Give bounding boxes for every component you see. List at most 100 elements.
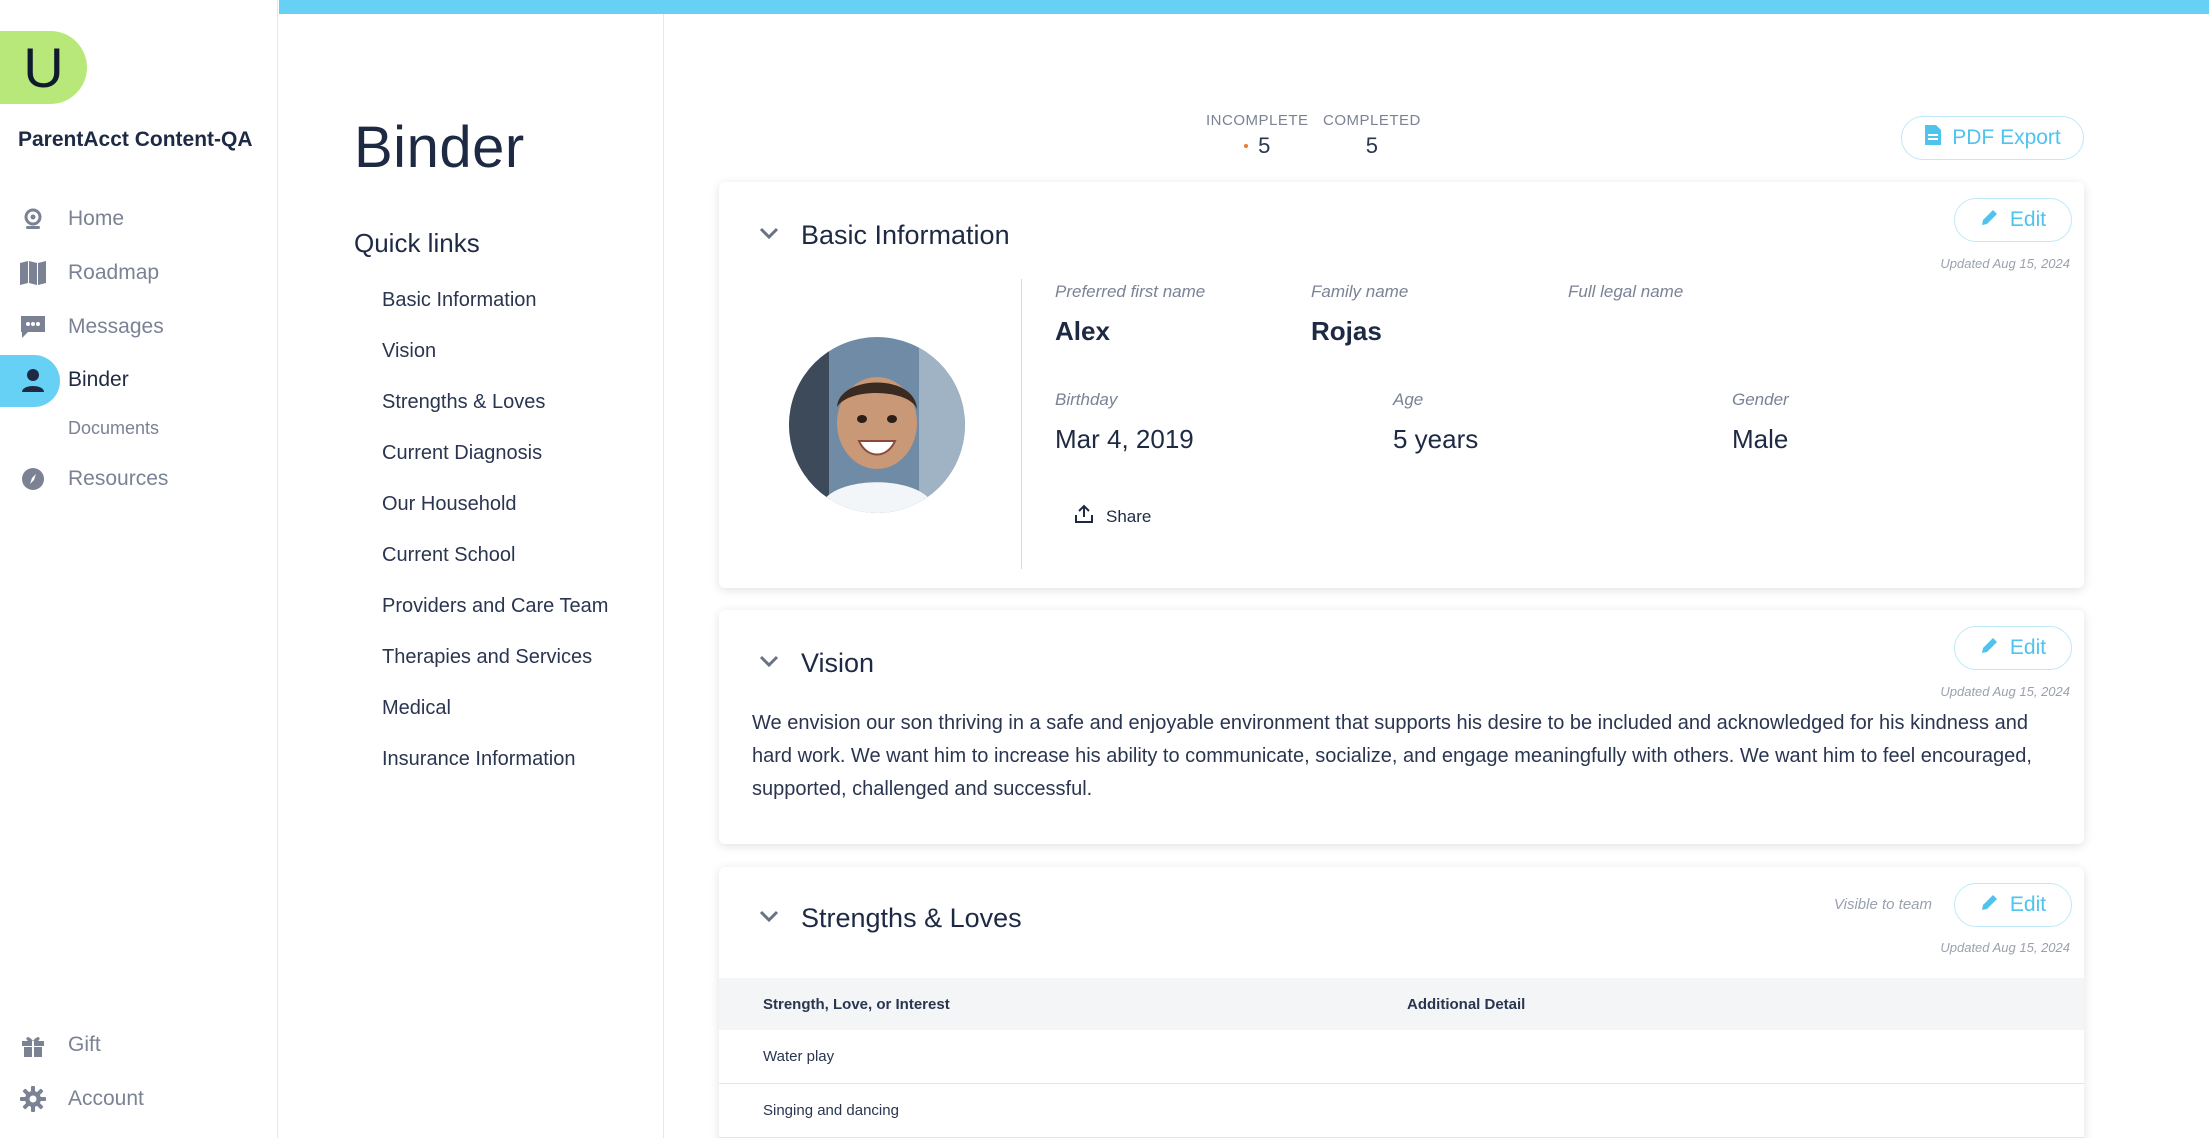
- completed-value: 5: [1365, 133, 1379, 158]
- page-title: Binder: [354, 115, 525, 180]
- quick-link-vision[interactable]: Vision: [382, 340, 436, 363]
- home-icon: [18, 204, 48, 234]
- completed-label: COMPLETED: [1323, 112, 1421, 129]
- vision-header[interactable]: Vision: [759, 648, 874, 679]
- quick-link-basic-information[interactable]: Basic Information: [382, 289, 537, 312]
- sidebar-item-label: Roadmap: [68, 261, 160, 284]
- edit-label: Edit: [2009, 893, 2047, 916]
- birthday-value: Mar 4, 2019: [1055, 424, 1194, 454]
- vision-statement: We envision our son thriving in a safe a…: [752, 712, 2032, 800]
- pencil-icon: [1980, 207, 2000, 233]
- share-icon: [1074, 504, 1094, 529]
- quick-link-providers-care-team[interactable]: Providers and Care Team: [382, 595, 608, 618]
- section-title: Basic Information: [801, 220, 1010, 250]
- chat-icon: [18, 312, 48, 342]
- quick-link-therapies-services[interactable]: Therapies and Services: [382, 646, 592, 669]
- sidebar-item-home[interactable]: Home: [0, 194, 278, 244]
- full-legal-name-label: Full legal name: [1568, 282, 1684, 301]
- table-cell: Singing and dancing: [763, 1102, 899, 1119]
- table-row: Singing and dancing: [719, 1084, 2084, 1138]
- pdf-export-label: PDF Export: [1952, 126, 2061, 149]
- sidebar-item-roadmap[interactable]: Roadmap: [0, 248, 278, 298]
- quick-link-current-diagnosis[interactable]: Current Diagnosis: [382, 442, 542, 465]
- basic-information-header[interactable]: Basic Information: [759, 220, 1010, 251]
- column-header: Additional Detail: [1407, 995, 1526, 1013]
- edit-strengths-button[interactable]: Edit: [1954, 883, 2072, 927]
- section-title: Vision: [801, 648, 875, 678]
- quick-link-strengths-loves[interactable]: Strengths & Loves: [382, 391, 545, 414]
- sidebar-item-label: Gift: [68, 1033, 101, 1056]
- family-name-label: Family name: [1311, 282, 1409, 301]
- compass-icon: [18, 464, 48, 494]
- pencil-icon: [1980, 892, 2000, 918]
- quick-links-title: Quick links: [354, 228, 480, 258]
- quick-link-medical[interactable]: Medical: [382, 697, 451, 720]
- account-avatar[interactable]: U: [0, 31, 87, 104]
- preferred-first-name-value: Alex: [1055, 316, 1110, 346]
- sidebar-subitem-documents[interactable]: Documents: [68, 418, 159, 439]
- top-accent-bar: [279, 0, 2209, 14]
- gear-icon: [18, 1084, 48, 1114]
- edit-vision-button[interactable]: Edit: [1954, 626, 2072, 670]
- person-icon: [18, 365, 48, 395]
- pdf-export-button[interactable]: PDF Export: [1901, 116, 2084, 160]
- section-title: Strengths & Loves: [801, 903, 1022, 933]
- incomplete-dot: [1244, 144, 1249, 148]
- sidebar-item-label: Resources: [68, 467, 169, 490]
- table-header: Strength, Love, or Interest Additional D…: [719, 978, 2084, 1030]
- updated-timestamp: Updated Aug 15, 2024: [1940, 256, 2070, 271]
- column-header: Strength, Love, or Interest: [763, 995, 950, 1013]
- updated-timestamp: Updated Aug 15, 2024: [1940, 940, 2070, 955]
- updated-timestamp: Updated Aug 15, 2024: [1940, 684, 2070, 699]
- pencil-icon: [1980, 635, 2000, 661]
- family-name-value: Rojas: [1311, 316, 1382, 346]
- document-icon: [1924, 124, 1942, 152]
- strengths-loves-header[interactable]: Strengths & Loves: [759, 903, 1022, 934]
- vertical-divider: [1021, 279, 1022, 569]
- sidebar-item-label: Binder: [68, 368, 129, 391]
- gender-value: Male: [1732, 424, 1789, 454]
- quick-link-current-school[interactable]: Current School: [382, 544, 515, 567]
- completed-stat: COMPLETED 5: [1323, 112, 1421, 159]
- age-value: 5 years: [1393, 424, 1479, 454]
- sidebar-item-gift[interactable]: Gift: [0, 1020, 278, 1070]
- chevron-down-icon: [759, 654, 779, 673]
- table-row: Water play: [719, 1030, 2084, 1084]
- share-button[interactable]: Share: [1074, 504, 1151, 529]
- quick-link-insurance-information[interactable]: Insurance Information: [382, 748, 575, 771]
- preferred-first-name-label: Preferred first name: [1055, 282, 1206, 301]
- incomplete-count: 5: [1244, 133, 1270, 159]
- edit-label: Edit: [2009, 208, 2047, 231]
- incomplete-label: INCOMPLETE: [1206, 112, 1309, 129]
- basic-information-card: Basic Information Edit Updated Aug 15, 2…: [719, 182, 2084, 588]
- incomplete-stat: INCOMPLETE 5: [1206, 112, 1309, 159]
- share-label: Share: [1106, 506, 1152, 526]
- account-name: ParentAcct Content-QA: [18, 128, 253, 151]
- edit-label: Edit: [2009, 636, 2047, 659]
- age-label: Age: [1393, 390, 1424, 409]
- sidebar-item-messages[interactable]: Messages: [0, 302, 278, 352]
- table-cell: Water play: [763, 1048, 835, 1065]
- vision-card: Vision Edit Updated Aug 15, 2024 We envi…: [719, 610, 2084, 844]
- gender-label: Gender: [1732, 390, 1789, 409]
- quick-links-column: Binder Quick links Basic Information Vis…: [279, 14, 664, 1138]
- sidebar-item-label: Account: [68, 1087, 144, 1110]
- chevron-down-icon: [759, 226, 779, 245]
- child-photo: [789, 337, 965, 513]
- map-icon: [18, 258, 48, 288]
- sidebar-item-account[interactable]: Account: [0, 1074, 278, 1124]
- sidebar-nav: U ParentAcct Content-QA Home Roadmap Mes…: [0, 0, 278, 1138]
- birthday-label: Birthday: [1055, 390, 1118, 409]
- sidebar-item-label: Home: [68, 207, 125, 230]
- sidebar-item-binder[interactable]: Binder: [0, 355, 278, 407]
- sidebar-item-label: Messages: [68, 315, 164, 338]
- visibility-label: Visible to team: [1833, 896, 1932, 913]
- completed-count: 5: [1366, 133, 1378, 159]
- gift-icon: [18, 1030, 48, 1060]
- sidebar-item-resources[interactable]: Resources: [0, 454, 278, 504]
- edit-basic-information-button[interactable]: Edit: [1954, 198, 2072, 242]
- incomplete-value: 5: [1258, 133, 1271, 158]
- chevron-down-icon: [759, 909, 779, 928]
- strengths-loves-card: Strengths & Loves Visible to team Edit U…: [719, 867, 2084, 1138]
- quick-link-our-household[interactable]: Our Household: [382, 493, 517, 516]
